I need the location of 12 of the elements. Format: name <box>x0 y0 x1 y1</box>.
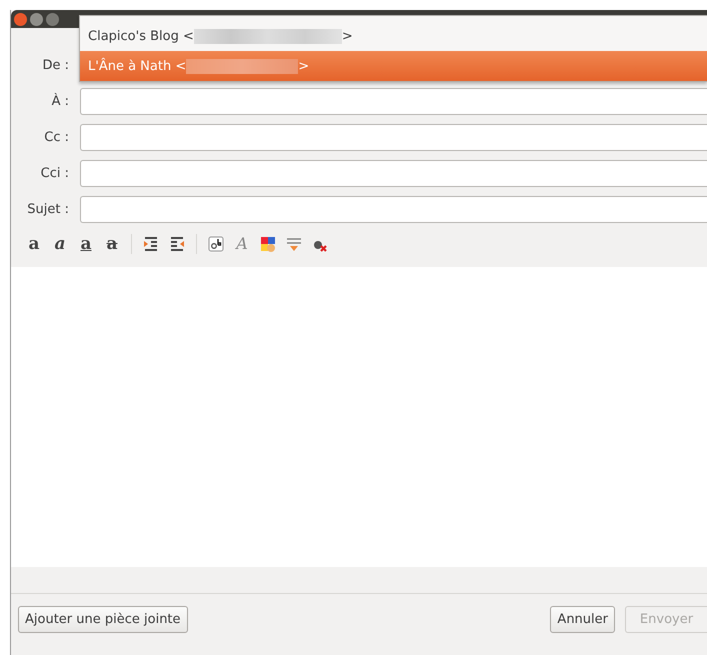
field-label: Sujet : <box>26 202 69 217</box>
field-label: À : <box>50 94 69 109</box>
bold-button[interactable]: a <box>21 235 47 253</box>
field-label: De : <box>41 58 69 73</box>
field-label: Cci : <box>40 166 69 181</box>
attach-button[interactable]: Ajouter une pièce jointe <box>18 606 188 633</box>
field-label: Cc : <box>43 130 69 145</box>
menu-item[interactable]: Clapico's Blog < > <box>80 21 707 51</box>
underline-button[interactable]: a <box>73 235 99 253</box>
cancel-button[interactable]: Annuler <box>550 606 615 633</box>
strikethrough-button[interactable]: a <box>99 235 125 253</box>
italic-button[interactable]: a <box>47 235 73 253</box>
